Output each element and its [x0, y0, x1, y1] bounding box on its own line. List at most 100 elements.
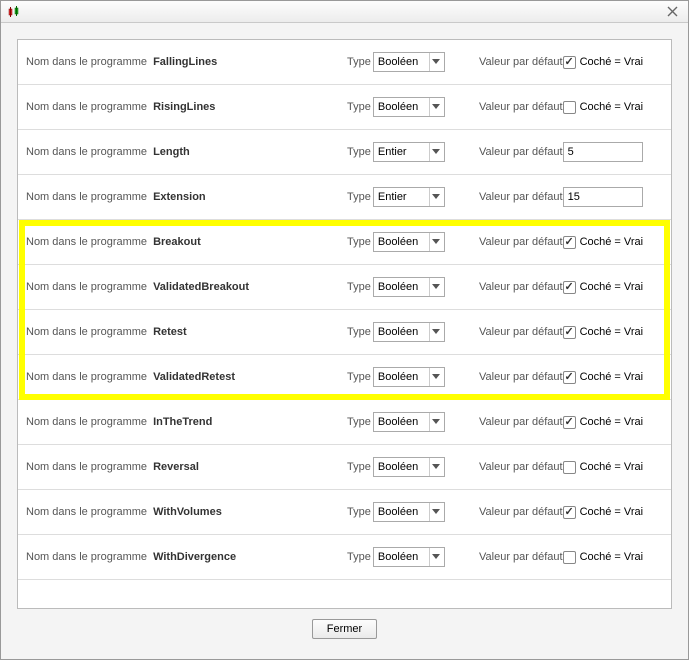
- default-checkbox[interactable]: [563, 236, 576, 249]
- type-label: Type: [347, 281, 371, 293]
- default-label: Valeur par défaut: [479, 191, 563, 203]
- type-label: Type: [347, 146, 371, 158]
- parameter-name: RisingLines: [153, 101, 215, 113]
- parameter-name: ValidatedBreakout: [153, 281, 249, 293]
- parameter-row: Nom dans le programme WithDivergence Typ…: [18, 535, 671, 580]
- default-value-box: Coché = Vrai: [563, 101, 653, 114]
- type-label: Type: [347, 371, 371, 383]
- default-checkbox[interactable]: [563, 461, 576, 474]
- parameter-name: Length: [153, 146, 190, 158]
- dialog-window: Nom dans le programme FallingLines Type …: [0, 0, 689, 660]
- checked-true-label: Coché = Vrai: [580, 101, 644, 113]
- checked-true-label: Coché = Vrai: [580, 551, 644, 563]
- chevron-down-icon: [429, 233, 443, 251]
- parameter-name: WithVolumes: [153, 506, 222, 518]
- default-checkbox[interactable]: [563, 371, 576, 384]
- chevron-down-icon: [429, 53, 443, 71]
- type-select[interactable]: Booléen: [373, 547, 445, 567]
- name-label: Nom dans le programme: [26, 281, 147, 293]
- default-checkbox[interactable]: [563, 56, 576, 69]
- type-select[interactable]: Booléen: [373, 412, 445, 432]
- type-value: Booléen: [378, 371, 418, 383]
- name-label: Nom dans le programme: [26, 551, 147, 563]
- parameters-panel: Nom dans le programme FallingLines Type …: [17, 39, 672, 609]
- type-select[interactable]: Entier: [373, 142, 445, 162]
- chevron-down-icon: [429, 503, 443, 521]
- chevron-down-icon: [429, 323, 443, 341]
- default-value-box: [563, 187, 653, 207]
- default-value-box: Coché = Vrai: [563, 236, 653, 249]
- type-select[interactable]: Booléen: [373, 322, 445, 342]
- type-value: Booléen: [378, 416, 418, 428]
- chevron-down-icon: [429, 98, 443, 116]
- default-value-box: Coché = Vrai: [563, 551, 653, 564]
- checked-true-label: Coché = Vrai: [580, 236, 644, 248]
- default-label: Valeur par défaut: [479, 101, 563, 113]
- type-value: Booléen: [378, 461, 418, 473]
- type-label: Type: [347, 191, 371, 203]
- type-select[interactable]: Booléen: [373, 277, 445, 297]
- chevron-down-icon: [429, 143, 443, 161]
- name-label: Nom dans le programme: [26, 56, 147, 68]
- default-label: Valeur par défaut: [479, 551, 563, 563]
- default-checkbox[interactable]: [563, 506, 576, 519]
- parameter-name: Retest: [153, 326, 187, 338]
- parameter-row: Nom dans le programme ValidatedBreakout …: [18, 265, 671, 310]
- checked-true-label: Coché = Vrai: [580, 416, 644, 428]
- default-label: Valeur par défaut: [479, 371, 563, 383]
- titlebar: [1, 1, 688, 23]
- checked-true-label: Coché = Vrai: [580, 461, 644, 473]
- type-select[interactable]: Booléen: [373, 232, 445, 252]
- close-button[interactable]: Fermer: [312, 619, 377, 639]
- name-label: Nom dans le programme: [26, 146, 147, 158]
- default-checkbox[interactable]: [563, 551, 576, 564]
- type-label: Type: [347, 461, 371, 473]
- checked-true-label: Coché = Vrai: [580, 281, 644, 293]
- parameter-row: Nom dans le programme Reversal Type Bool…: [18, 445, 671, 490]
- type-label: Type: [347, 326, 371, 338]
- default-checkbox[interactable]: [563, 416, 576, 429]
- default-number-input[interactable]: [563, 142, 643, 162]
- default-value-box: Coché = Vrai: [563, 56, 653, 69]
- parameter-row: Nom dans le programme Extension Type Ent…: [18, 175, 671, 220]
- default-label: Valeur par défaut: [479, 281, 563, 293]
- checked-true-label: Coché = Vrai: [580, 371, 644, 383]
- parameter-name: Breakout: [153, 236, 201, 248]
- type-value: Booléen: [378, 236, 418, 248]
- app-icon: [7, 5, 21, 19]
- type-value: Booléen: [378, 551, 418, 563]
- type-select[interactable]: Booléen: [373, 457, 445, 477]
- parameter-row: Nom dans le programme WithVolumes Type B…: [18, 490, 671, 535]
- default-value-box: Coché = Vrai: [563, 461, 653, 474]
- parameter-row: Nom dans le programme FallingLines Type …: [18, 40, 671, 85]
- chevron-down-icon: [429, 278, 443, 296]
- type-value: Booléen: [378, 56, 418, 68]
- type-label: Type: [347, 101, 371, 113]
- name-label: Nom dans le programme: [26, 416, 147, 428]
- type-select[interactable]: Booléen: [373, 52, 445, 72]
- type-value: Booléen: [378, 101, 418, 113]
- name-label: Nom dans le programme: [26, 371, 147, 383]
- parameter-name: ValidatedRetest: [153, 371, 235, 383]
- type-label: Type: [347, 56, 371, 68]
- chevron-down-icon: [429, 548, 443, 566]
- parameter-row: Nom dans le programme ValidatedRetest Ty…: [18, 355, 671, 400]
- close-icon[interactable]: [662, 4, 682, 20]
- default-label: Valeur par défaut: [479, 416, 563, 428]
- chevron-down-icon: [429, 413, 443, 431]
- type-select[interactable]: Booléen: [373, 367, 445, 387]
- type-value: Booléen: [378, 281, 418, 293]
- parameter-row: Nom dans le programme Length Type Entier…: [18, 130, 671, 175]
- type-select[interactable]: Entier: [373, 187, 445, 207]
- default-number-input[interactable]: [563, 187, 643, 207]
- default-checkbox[interactable]: [563, 326, 576, 339]
- type-select[interactable]: Booléen: [373, 502, 445, 522]
- parameter-name: Reversal: [153, 461, 199, 473]
- type-value: Booléen: [378, 506, 418, 518]
- default-checkbox[interactable]: [563, 281, 576, 294]
- default-value-box: Coché = Vrai: [563, 326, 653, 339]
- parameter-row: Nom dans le programme Retest Type Boolée…: [18, 310, 671, 355]
- chevron-down-icon: [429, 188, 443, 206]
- type-select[interactable]: Booléen: [373, 97, 445, 117]
- default-checkbox[interactable]: [563, 101, 576, 114]
